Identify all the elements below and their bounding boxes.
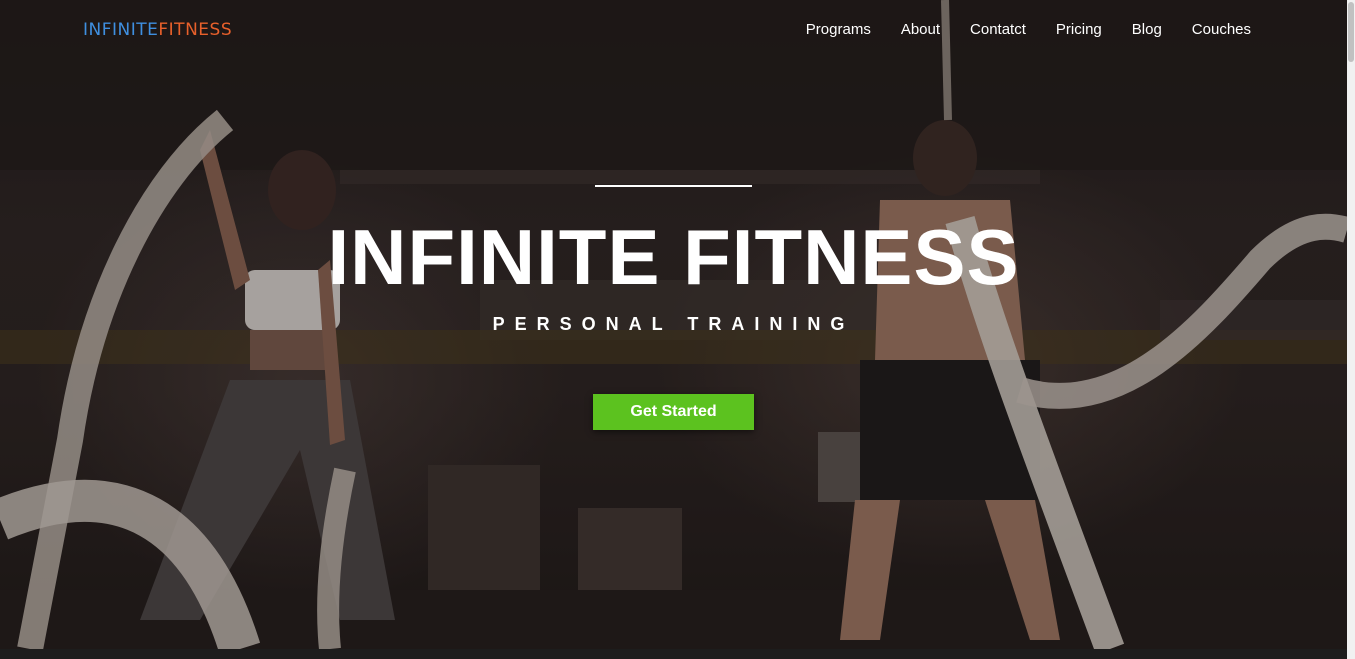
brand-logo-part2: FITNESS: [158, 20, 233, 40]
nav-link-blog[interactable]: Blog: [1132, 21, 1162, 38]
hero-section: INFINITEFITNESS Programs About Contatct …: [0, 0, 1347, 649]
nav-link-couches[interactable]: Couches: [1192, 21, 1251, 38]
scrollbar-thumb[interactable]: [1348, 2, 1354, 62]
hero-title: INFINITE FITNESS: [327, 213, 1020, 301]
hero-subtitle: PERSONAL TRAINING: [492, 314, 855, 334]
brand-logo-part1: INFINITE: [83, 20, 159, 40]
brand-logo[interactable]: INFINITEFITNESS: [83, 20, 232, 40]
nav-link-about[interactable]: About: [901, 21, 940, 38]
nav-link-pricing[interactable]: Pricing: [1056, 21, 1102, 38]
vertical-scrollbar[interactable]: [1347, 0, 1355, 659]
nav-link-contact[interactable]: Contatct: [970, 21, 1026, 38]
page-bottom-edge: [0, 649, 1347, 659]
main-nav: Programs About Contatct Pricing Blog Cou…: [776, 21, 1251, 38]
nav-link-programs[interactable]: Programs: [806, 21, 871, 38]
hero-divider: [595, 185, 752, 187]
get-started-button[interactable]: Get Started: [593, 394, 754, 430]
